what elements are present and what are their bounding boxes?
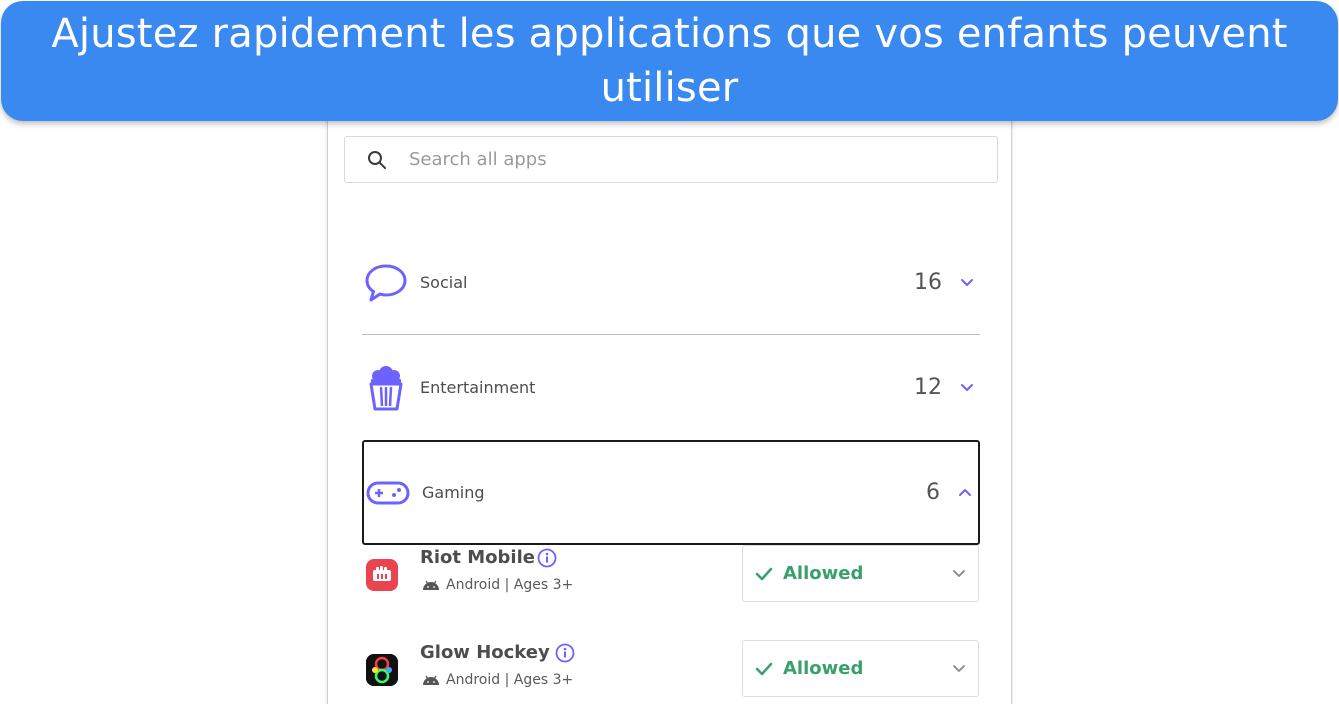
app-name: Riot Mobile bbox=[420, 547, 535, 568]
search-bar[interactable] bbox=[344, 136, 998, 183]
category-count: 6 bbox=[926, 480, 940, 505]
chevron-down-icon[interactable] bbox=[960, 381, 974, 395]
category-label: Gaming bbox=[422, 483, 485, 502]
gamepad-icon bbox=[364, 469, 412, 517]
search-input[interactable] bbox=[409, 149, 969, 170]
headline-banner: Ajustez rapidement les applications que … bbox=[1, 1, 1338, 121]
search-icon bbox=[368, 150, 386, 169]
chevron-down-icon bbox=[952, 664, 966, 673]
android-icon bbox=[422, 675, 440, 685]
category-entertainment[interactable]: Entertainment 12 bbox=[362, 335, 980, 440]
app-row-glow-hockey: Glow Hockey Android | Ages 3+ Allowed bbox=[362, 640, 980, 704]
popcorn-icon bbox=[362, 364, 410, 412]
meta-separator: | bbox=[500, 577, 514, 593]
app-row-riot-mobile: Riot Mobile Android | Ages 3+ Allowed bbox=[362, 545, 980, 615]
status-label: Allowed bbox=[783, 658, 864, 679]
category-count: 16 bbox=[914, 270, 942, 295]
glow-hockey-icon bbox=[366, 654, 398, 686]
category-gaming[interactable]: Gaming 6 bbox=[362, 440, 980, 545]
category-count: 12 bbox=[914, 375, 942, 400]
chevron-down-icon[interactable] bbox=[960, 276, 974, 290]
category-social[interactable]: Social 16 bbox=[362, 230, 980, 335]
info-icon[interactable] bbox=[536, 547, 558, 569]
check-icon bbox=[755, 662, 773, 676]
status-dropdown[interactable]: Allowed bbox=[742, 640, 979, 697]
riot-fist-icon bbox=[366, 559, 398, 591]
category-label: Social bbox=[420, 273, 468, 292]
app-age-rating: Ages 3+ bbox=[513, 672, 574, 688]
app-platform: Android bbox=[446, 577, 501, 593]
app-platform: Android bbox=[446, 672, 501, 688]
app-age-rating: Ages 3+ bbox=[513, 577, 574, 593]
check-icon bbox=[755, 567, 773, 581]
status-dropdown[interactable]: Allowed bbox=[742, 545, 979, 602]
chevron-up-icon[interactable] bbox=[958, 486, 972, 500]
category-label: Entertainment bbox=[420, 378, 536, 397]
chat-bubble-icon bbox=[362, 259, 410, 307]
app-name: Glow Hockey bbox=[420, 642, 550, 663]
chevron-down-icon bbox=[952, 569, 966, 578]
android-icon bbox=[422, 580, 440, 590]
banner-text: Ajustez rapidement les applications que … bbox=[51, 11, 1288, 111]
info-icon[interactable] bbox=[554, 642, 576, 664]
status-label: Allowed bbox=[783, 563, 864, 584]
app-meta: Android | Ages 3+ bbox=[422, 672, 573, 688]
app-meta: Android | Ages 3+ bbox=[422, 577, 573, 593]
meta-separator: | bbox=[500, 672, 514, 688]
